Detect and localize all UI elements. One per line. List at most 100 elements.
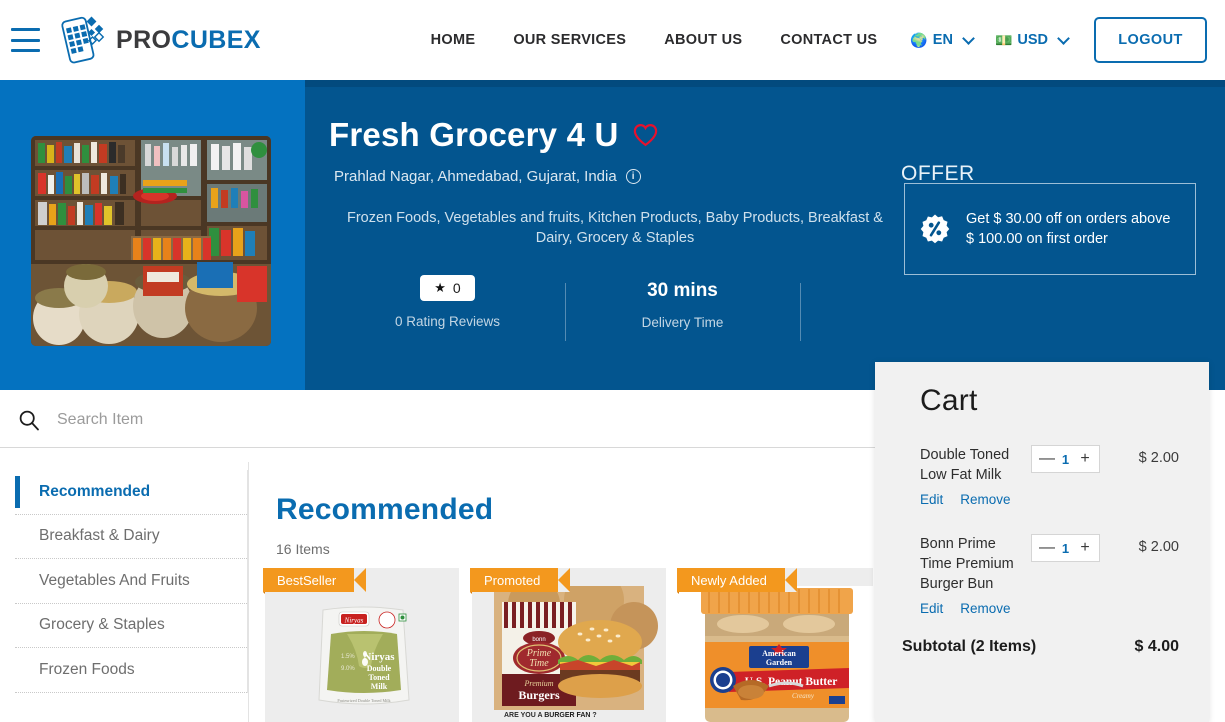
cart-subtotal-label: Subtotal (2 Items) (902, 638, 1037, 655)
quantity-decrement-button[interactable]: — (1039, 451, 1055, 467)
main-navigation: HOME OUR SERVICES ABOUT US CONTACT US 🌍 … (412, 17, 1225, 63)
cart-item-price: $ 2.00 (1138, 539, 1179, 555)
product-card[interactable]: Promoted bonn Prime Time Premium Burgers… (470, 568, 666, 722)
cart-title: Cart (920, 384, 978, 417)
delivery-stat: 30 mins Delivery Time (565, 275, 800, 341)
svg-text:Double: Double (367, 664, 392, 673)
search-icon[interactable] (18, 409, 40, 431)
cart-item-actions: Edit Remove (920, 492, 1018, 507)
sidebar-item-label: Grocery & Staples (39, 616, 165, 634)
chevron-down-icon (1057, 31, 1070, 45)
sidebar-item-recommended[interactable]: Recommended (15, 470, 247, 515)
svg-text:9.0%: 9.0% (341, 666, 355, 672)
category-sidebar: Recommended Breakfast & Dairy Vegetables… (15, 470, 248, 693)
currency-label: USD (1017, 32, 1048, 48)
hero-top-accent-bar (305, 80, 1225, 87)
hamburger-icon[interactable] (11, 28, 45, 52)
svg-text:Burgers: Burgers (518, 688, 560, 702)
logo[interactable]: PROCUBEX (56, 13, 261, 67)
logo-text: PROCUBEX (116, 26, 261, 55)
quantity-stepper: — 1 + (1031, 445, 1100, 473)
sidebar-item-label: Recommended (39, 482, 151, 500)
rating-value: 0 (452, 280, 461, 296)
sidebar-item-vegetables-and-fruits[interactable]: Vegetables And Fruits (15, 559, 247, 604)
item-count: 16 Items (276, 541, 330, 557)
nav-item-contact-us[interactable]: CONTACT US (761, 32, 896, 48)
svg-text:Toned: Toned (368, 673, 390, 682)
store-address-text: Prahlad Nagar, Ahmedabad, Gujarat, India (334, 168, 617, 185)
product-card[interactable]: Newly Added American Garden U.S. Peanut … (677, 568, 873, 722)
hamburger-line (11, 28, 40, 31)
svg-text:American: American (762, 649, 796, 658)
cart-item-info: Bonn Prime Time Premium Burger Bun Edit … (920, 534, 1018, 616)
logo-text-cubex: CUBEX (171, 25, 261, 54)
nav-item-home[interactable]: HOME (412, 32, 495, 48)
info-icon[interactable]: i (625, 169, 641, 184)
logout-button[interactable]: LOGOUT (1094, 17, 1207, 63)
delivery-time-value: 30 mins (647, 280, 718, 301)
cart-item-name: Bonn Prime Time Premium Burger Bun (920, 536, 1014, 592)
sidebar-item-grocery-and-staples[interactable]: Grocery & Staples (15, 604, 247, 648)
hamburger-line (11, 49, 40, 52)
page-title: Fresh Grocery 4 U (329, 116, 619, 153)
cart-item-edit-link[interactable]: Edit (920, 492, 943, 507)
quantity-increment-button[interactable]: + (1078, 540, 1092, 556)
procubex-logo-icon (61, 16, 105, 64)
section-title: Recommended (276, 493, 494, 526)
rating-label: 0 Rating Reviews (394, 314, 501, 329)
quantity-value: 1 (1061, 540, 1070, 556)
sidebar-item-label: Breakfast & Dairy (39, 527, 160, 545)
heart-icon[interactable] (633, 123, 658, 147)
store-stats: ★ 0 0 Rating Reviews 30 mins Delivery Ti… (330, 275, 801, 341)
cart-item-actions: Edit Remove (920, 601, 1018, 616)
product-image: Niryas Niryas Double Toned Milk 1.5% 9.0… (265, 586, 459, 722)
product-badge: Promoted (470, 568, 571, 592)
product-card[interactable]: BestSeller Niryas Niryas Double Toned Mi… (263, 568, 459, 722)
svg-text:Pasteurized Double Toned Milk: Pasteurized Double Toned Milk (337, 698, 391, 703)
product-image: American Garden U.S. Peanut Butter Cream… (679, 586, 873, 722)
language-selector[interactable]: 🌍 EN (896, 31, 981, 48)
svg-text:Niryas: Niryas (344, 617, 364, 625)
cart-item-remove-link[interactable]: Remove (960, 601, 1010, 616)
svg-text:Garden: Garden (766, 658, 793, 667)
svg-text:1.5%: 1.5% (341, 654, 355, 660)
cart-subtotal-amount: $ 4.00 (1134, 638, 1179, 655)
logo-text-pro: PRO (116, 25, 172, 54)
language-label: EN (932, 32, 953, 48)
cart-item-info: Double Toned Low Fat Milk Edit Remove (920, 445, 1018, 507)
store-photo (31, 136, 271, 346)
store-title-row: Fresh Grocery 4 U (329, 116, 658, 154)
cart-item-edit-link[interactable]: Edit (920, 601, 943, 616)
chevron-down-icon (962, 31, 975, 45)
cart-item-remove-link[interactable]: Remove (960, 492, 1010, 507)
quantity-increment-button[interactable]: + (1078, 451, 1092, 467)
cart-item-name: Double Toned Low Fat Milk (920, 447, 1010, 483)
offer-box: Get $ 30.00 off on orders above $ 100.00… (904, 183, 1196, 275)
search-input[interactable] (57, 410, 855, 429)
product-image: bonn Prime Time Premium Burgers ARE YOU … (472, 586, 666, 722)
sidebar-item-breakfast-and-dairy[interactable]: Breakfast & Dairy (15, 515, 247, 559)
discount-badge-icon (920, 214, 950, 244)
product-badge: BestSeller (263, 568, 367, 592)
star-icon: ★ (434, 280, 446, 295)
sidebar-item-label: Frozen Foods (39, 660, 135, 678)
product-badge-label: Promoted (470, 568, 571, 592)
svg-text:ARE YOU A BURGER FAN ?: ARE YOU A BURGER FAN ? (504, 712, 597, 719)
sidebar-item-label: Vegetables And Fruits (39, 571, 190, 589)
sidebar-item-frozen-foods[interactable]: Frozen Foods (15, 648, 247, 693)
nav-item-about-us[interactable]: ABOUT US (645, 32, 761, 48)
delivery-time-label: Delivery Time (641, 315, 724, 330)
product-badge-label: BestSeller (263, 568, 367, 592)
cart-item: Bonn Prime Time Premium Burger Bun Edit … (920, 534, 1179, 616)
currency-selector[interactable]: 💵 USD (981, 31, 1076, 48)
product-grid: BestSeller Niryas Niryas Double Toned Mi… (263, 568, 873, 722)
globe-icon: 🌍 (910, 32, 928, 48)
cart-item-price: $ 2.00 (1138, 450, 1179, 466)
nav-item-our-services[interactable]: OUR SERVICES (494, 32, 645, 48)
site-header: PROCUBEX HOME OUR SERVICES ABOUT US CONT… (0, 0, 1225, 80)
svg-text:Creamy: Creamy (792, 692, 815, 700)
svg-text:Niryas: Niryas (363, 651, 395, 663)
quantity-value: 1 (1061, 451, 1070, 467)
quantity-decrement-button[interactable]: — (1039, 540, 1055, 556)
store-categories-text: Frozen Foods, Vegetables and fruits, Kit… (347, 210, 883, 246)
